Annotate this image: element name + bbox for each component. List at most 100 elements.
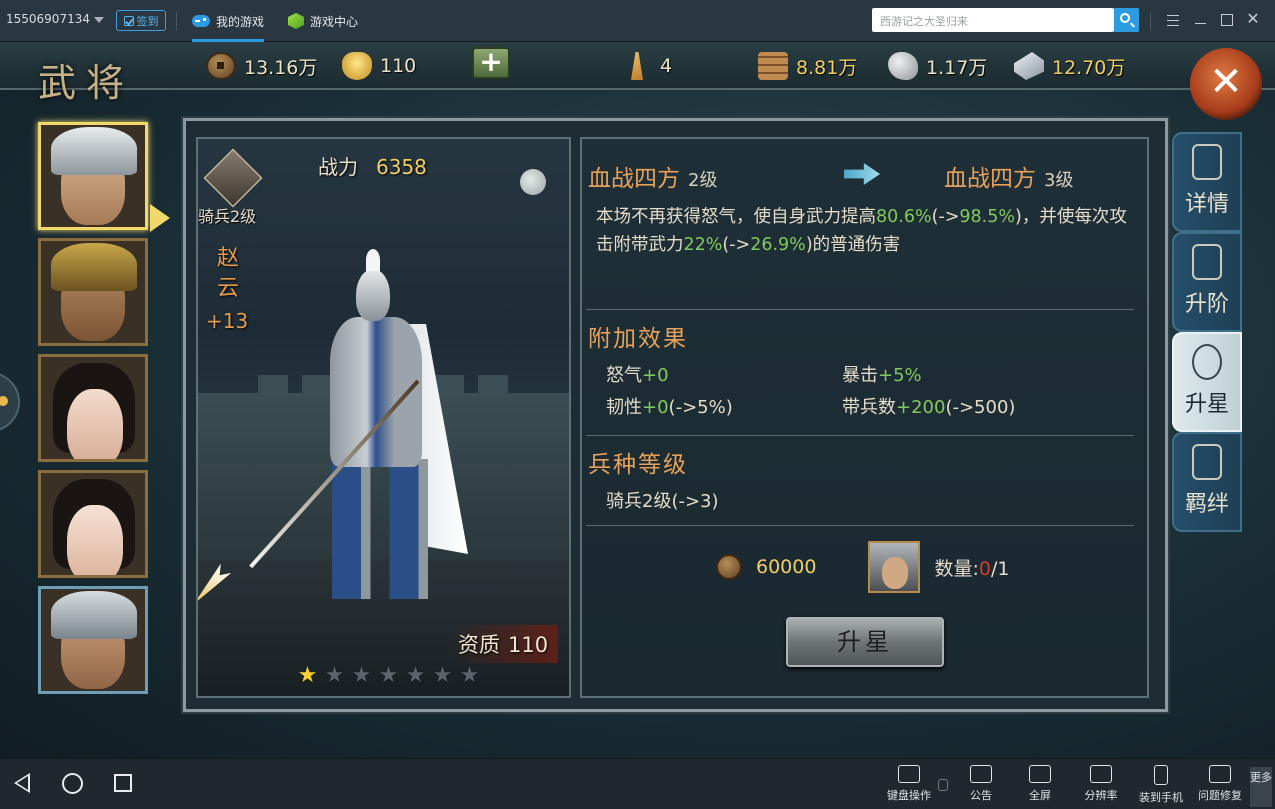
- upgrade-arrow-icon: [1192, 244, 1222, 280]
- legs-shape: [332, 459, 428, 599]
- fullscreen-button[interactable]: 全屏: [1011, 763, 1069, 807]
- tab-my-games[interactable]: 我的游戏: [192, 0, 265, 42]
- star-empty-icon: ★: [378, 663, 399, 688]
- divider: [176, 12, 177, 30]
- window-close-button[interactable]: ✕: [1244, 11, 1262, 29]
- gamepad-icon: [192, 15, 210, 27]
- tab-star-up[interactable]: 升星: [1172, 332, 1242, 432]
- emulator-topbar: 15506907134 签到 我的游戏 游戏中心 西游记之大圣归来 ✕: [0, 0, 1275, 42]
- divider: [586, 309, 1134, 310]
- skill-current: 血战四方 2级: [588, 159, 717, 193]
- bond-figures-icon: [1192, 444, 1222, 480]
- resolution-button[interactable]: 分辨率: [1072, 763, 1130, 807]
- signin-button[interactable]: 签到: [116, 10, 166, 31]
- star-up-cost: 60000 数量:0/1: [716, 541, 1009, 593]
- more-button[interactable]: 更多: [1250, 767, 1272, 807]
- hero-portrait-2[interactable]: [38, 238, 148, 346]
- cube-icon: [288, 13, 304, 29]
- home-icon[interactable]: [62, 773, 83, 794]
- skill-current-level: 2级: [688, 170, 718, 191]
- copper-coin-icon: [716, 554, 742, 580]
- shard-quantity-have: 0: [978, 557, 991, 580]
- troop-level-title: 兵种等级: [588, 452, 688, 478]
- tab-game-center[interactable]: 游戏中心: [288, 0, 358, 42]
- helmet-icon: [51, 243, 137, 291]
- tab-details-label: 详情: [1184, 192, 1229, 217]
- tab-advance-label: 升阶: [1184, 292, 1229, 317]
- minimize-button[interactable]: [1192, 11, 1210, 29]
- lock-icon: [938, 779, 948, 791]
- recent-apps-icon[interactable]: [114, 774, 132, 792]
- divider: [1150, 12, 1151, 30]
- fullscreen-label: 全屏: [1029, 789, 1051, 802]
- aptitude-value: 110: [508, 633, 549, 657]
- stat-crit-label: 暴击: [842, 365, 878, 386]
- hero-portrait-3[interactable]: [38, 354, 148, 462]
- skill-next: 血战四方 3级: [944, 159, 1073, 193]
- side-drawer-handle[interactable]: [0, 372, 20, 432]
- aptitude: 资质 110: [448, 625, 559, 663]
- repair-label: 问题修复: [1198, 789, 1242, 802]
- tab-bonds-label: 羁绊: [1184, 492, 1229, 517]
- hero-class-label: 骑兵2级: [198, 207, 257, 226]
- search-input[interactable]: 西游记之大圣归来: [872, 8, 1114, 32]
- hero-portrait-4[interactable]: [38, 470, 148, 578]
- fullscreen-icon: [1029, 765, 1051, 783]
- search-icon: [1120, 13, 1130, 23]
- close-icon[interactable]: ✕: [1190, 48, 1262, 120]
- hero-portrait-5[interactable]: [38, 586, 148, 694]
- keyboard-control-button[interactable]: 键盘操作: [880, 763, 938, 807]
- signin-label: 签到: [136, 14, 159, 28]
- copper-coin-icon: [206, 52, 236, 80]
- account-id: 15506907134: [6, 12, 90, 26]
- star-up-details: 血战四方 2级 血战四方 3级 本场不再获得怒气，使自身武力提高80.6%(->98…: [580, 137, 1149, 698]
- stat-toughness-label: 韧性: [606, 397, 642, 418]
- star-empty-icon: ★: [459, 663, 480, 688]
- resource-stone-value: 1.17万: [926, 56, 988, 79]
- arrow-right-icon: [844, 163, 880, 185]
- emulator-bottombar: 键盘操作 公告 全屏 分辨率 装到手机 问题修复 更多: [0, 758, 1275, 809]
- resource-bar: 武将 13.16万 110 + 4 8.81万 1.17万 12.70万: [0, 42, 1275, 105]
- hero-figure: [249, 249, 478, 609]
- avatar: [67, 389, 123, 459]
- hero-level-bonus: +13: [206, 309, 249, 333]
- menu-button[interactable]: [1164, 11, 1182, 29]
- stat-toughness: 韧性+0(->5%): [606, 393, 733, 419]
- star-up-button[interactable]: 升星: [786, 617, 944, 667]
- stat-crit: 暴击+5%: [842, 361, 922, 387]
- helmet-icon: [51, 591, 137, 639]
- maximize-button[interactable]: [1218, 11, 1236, 29]
- moon-icon: [520, 169, 546, 195]
- stat-troops: 带兵数+200(->500): [842, 393, 1015, 419]
- skill-description: 本场不再获得怒气，使自身武力提高80.6%(->98.5%)，并使每次攻击附带武…: [596, 203, 1141, 259]
- tab-game-center-label: 游戏中心: [310, 14, 359, 29]
- stat-toughness-next: (->5%): [668, 397, 733, 418]
- tab-advance[interactable]: 升阶: [1172, 232, 1242, 332]
- hero-portrait-zhaoyun[interactable]: [38, 122, 148, 230]
- install-to-phone-button[interactable]: 装到手机: [1132, 763, 1190, 807]
- skill-next-level: 3级: [1044, 170, 1074, 191]
- add-gold-button[interactable]: +: [472, 47, 510, 79]
- search-button[interactable]: [1114, 8, 1139, 32]
- hero-shard-avatar: [868, 541, 921, 593]
- stone-icon: [888, 52, 918, 80]
- resource-stone: 1.17万: [888, 52, 987, 80]
- skill-desc-value: 98.5%: [959, 207, 1015, 227]
- resource-iron: 12.70万: [1014, 52, 1125, 80]
- phone-icon: [1154, 765, 1168, 785]
- resource-food: 4: [622, 52, 672, 80]
- resource-gold: 110: [342, 52, 416, 80]
- account-dropdown[interactable]: 15506907134: [6, 12, 104, 26]
- repair-button[interactable]: 问题修复: [1191, 763, 1249, 807]
- star-empty-icon: ★: [405, 663, 426, 688]
- tab-my-games-label: 我的游戏: [216, 14, 265, 29]
- tab-details[interactable]: 详情: [1172, 132, 1242, 232]
- star-empty-icon: ★: [351, 663, 372, 688]
- avatar: [67, 505, 123, 575]
- keyboard-icon: [898, 765, 920, 783]
- resource-food-value: 4: [660, 55, 673, 77]
- skill-desc-text: )的普通伤害: [805, 235, 901, 255]
- announcement-button[interactable]: 公告: [952, 763, 1010, 807]
- tab-bonds[interactable]: 羁绊: [1172, 432, 1242, 532]
- back-icon[interactable]: [14, 773, 30, 793]
